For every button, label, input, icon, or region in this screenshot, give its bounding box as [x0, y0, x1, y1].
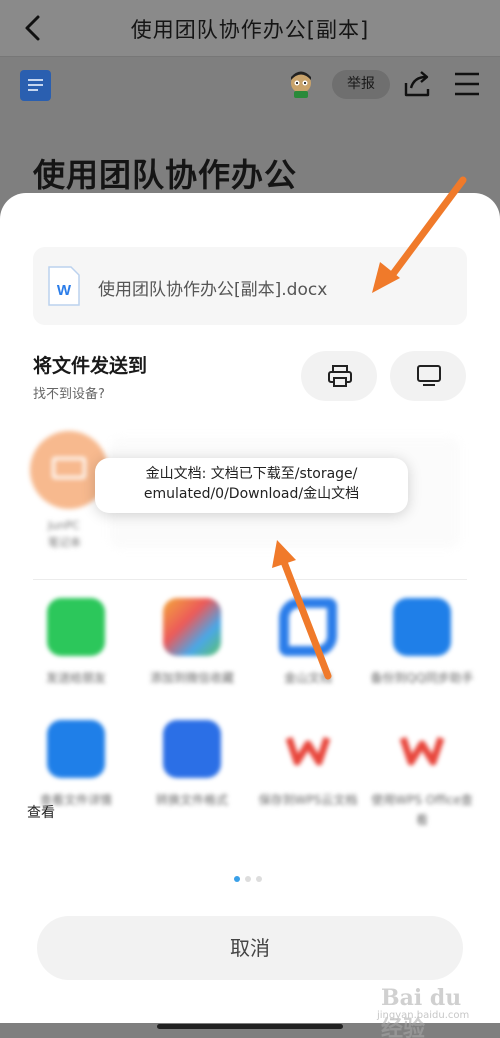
download-toast: 金山文档: 文档已下载至/storage/ emulated/0/Downloa…: [95, 458, 408, 513]
watermark: Bai du 经验 jingyan.baidu.com: [357, 985, 487, 1038]
app-label: 添加到微信收藏: [149, 671, 234, 685]
app-item-convert-format[interactable]: 转换文件格式: [137, 720, 247, 810]
wps-icon: [279, 720, 337, 778]
app-label: 金山文档: [283, 671, 332, 685]
avatar[interactable]: [286, 69, 316, 99]
overlay-text: 查看: [27, 805, 55, 821]
share-icon[interactable]: [402, 69, 432, 99]
app-item-file-details[interactable]: 查看文件详情: [21, 720, 131, 810]
home-indicator[interactable]: [157, 1024, 343, 1029]
page-dot: [245, 876, 251, 882]
wechat-icon: [47, 598, 105, 656]
convert-icon: [163, 720, 221, 778]
page-dot: [256, 876, 262, 882]
app-label: 备份到QQ同步助手: [370, 671, 474, 685]
toolbar: 举报: [0, 56, 500, 112]
app-item-send-to-friend[interactable]: 发送给朋友: [21, 598, 131, 688]
watermark-url: jingyan.baidu.com: [377, 1010, 470, 1021]
print-button[interactable]: [301, 351, 377, 401]
kdocs-icon: [279, 598, 337, 656]
device-name: JunPC: [48, 519, 80, 532]
page-dot-active: [234, 876, 240, 882]
send-to-title: 将文件发送到: [33, 355, 148, 377]
page-title: 使用团队协作办公[副本]: [130, 18, 370, 42]
top-bar: 使用团队协作办公[副本]: [0, 0, 500, 56]
page-indicator: [234, 867, 267, 886]
app-label: 使用WPS Office查看: [371, 793, 473, 827]
cancel-button[interactable]: 取消: [37, 916, 463, 980]
monitor-icon: [417, 365, 441, 386]
document-heading: 使用团队协作办公: [33, 156, 298, 194]
app-item-wps-cloud[interactable]: 保存到WPS云文档: [253, 720, 363, 810]
divider: [33, 579, 467, 580]
file-card: W 使用团队协作办公[副本].docx: [33, 247, 467, 325]
app-label: 发送给朋友: [45, 671, 106, 685]
word-file-icon: W: [48, 266, 80, 306]
report-button[interactable]: 举报: [332, 70, 390, 99]
app-item-qq-sync[interactable]: 备份到QQ同步助手: [367, 598, 477, 688]
menu-icon[interactable]: [453, 71, 481, 97]
screen-cast-button[interactable]: [390, 351, 466, 401]
document-icon[interactable]: [20, 70, 51, 101]
app-item-wechat-favorites[interactable]: 添加到微信收藏: [137, 598, 247, 688]
app-label: 保存到WPS云文档: [258, 793, 358, 807]
printer-icon: [328, 365, 352, 387]
cube-icon: [163, 598, 221, 656]
app-item-wps-office-view[interactable]: 使用WPS Office查看: [367, 720, 477, 830]
toast-line-1: 金山文档: 文档已下载至/storage/: [145, 466, 358, 482]
folder-icon: [393, 598, 451, 656]
back-icon[interactable]: [18, 12, 46, 44]
file-name: 使用团队协作办公[副本].docx: [98, 280, 328, 300]
share-sheet: W 使用团队协作办公[副本].docx 将文件发送到 找不到设备? JunPC …: [0, 193, 500, 1023]
word-file-letter: W: [57, 282, 72, 299]
app-item-kdocs[interactable]: 金山文档: [253, 598, 363, 688]
wps-icon: [393, 720, 451, 778]
app-label: 转换文件格式: [155, 793, 228, 807]
device-type: 笔记本: [48, 536, 81, 549]
device-not-found-link[interactable]: 找不到设备?: [33, 383, 105, 402]
toast-line-2: emulated/0/Download/金山文档: [143, 486, 360, 502]
camera-icon: [47, 720, 105, 778]
